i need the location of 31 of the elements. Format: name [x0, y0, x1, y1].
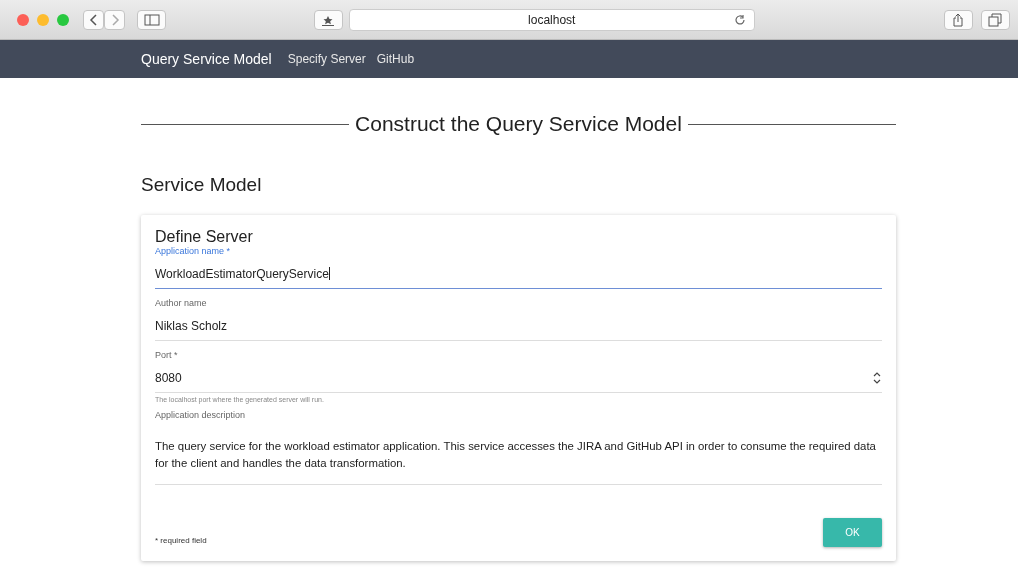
section-title: Service Model	[141, 174, 263, 196]
close-window-button[interactable]	[17, 13, 29, 26]
share-icon	[952, 12, 965, 27]
required-note: * required field	[155, 536, 207, 545]
input-field[interactable]: Author name Niklas Scholz	[155, 298, 882, 341]
input-field[interactable]: Port * 8080	[155, 350, 882, 393]
textarea-field[interactable]: Application description The query service for the workload estimator application. This service accesses the JIRA and GitHub API in order to consume the required data for the client and handles the data transformation.	[155, 410, 882, 485]
input-field[interactable]: Application name * WorkloadEstimatorQueryService	[155, 246, 882, 289]
nav-link[interactable]: GitHub	[376, 52, 415, 66]
tabs-button[interactable]	[980, 9, 1010, 30]
sidebar-icon	[143, 13, 160, 26]
nav-link[interactable]: Specify Server	[287, 52, 366, 66]
card-title: Define Server	[155, 228, 254, 246]
brand-link[interactable]: Query Service Model	[141, 51, 272, 67]
field-label: Author name	[155, 298, 208, 308]
address-bar[interactable]: localhost	[348, 8, 755, 31]
zoom-window-button[interactable]	[57, 13, 69, 26]
sidebar-button[interactable]	[137, 9, 167, 30]
chevron-left-icon	[88, 13, 99, 26]
tabs-icon	[988, 12, 1003, 27]
back-button[interactable]	[83, 9, 104, 30]
field-label: Application description	[155, 410, 247, 420]
chevron-right-icon	[109, 13, 120, 26]
spinner-icon[interactable]	[873, 371, 881, 385]
field-label: Port *	[155, 350, 179, 360]
field-label: Application name *	[155, 246, 232, 256]
share-button[interactable]	[943, 9, 973, 30]
minimize-window-button[interactable]	[37, 13, 49, 26]
bookmarks-button[interactable]	[313, 9, 343, 30]
reload-icon[interactable]	[733, 13, 746, 26]
page-title: Construct the Query Service Model	[355, 112, 682, 136]
